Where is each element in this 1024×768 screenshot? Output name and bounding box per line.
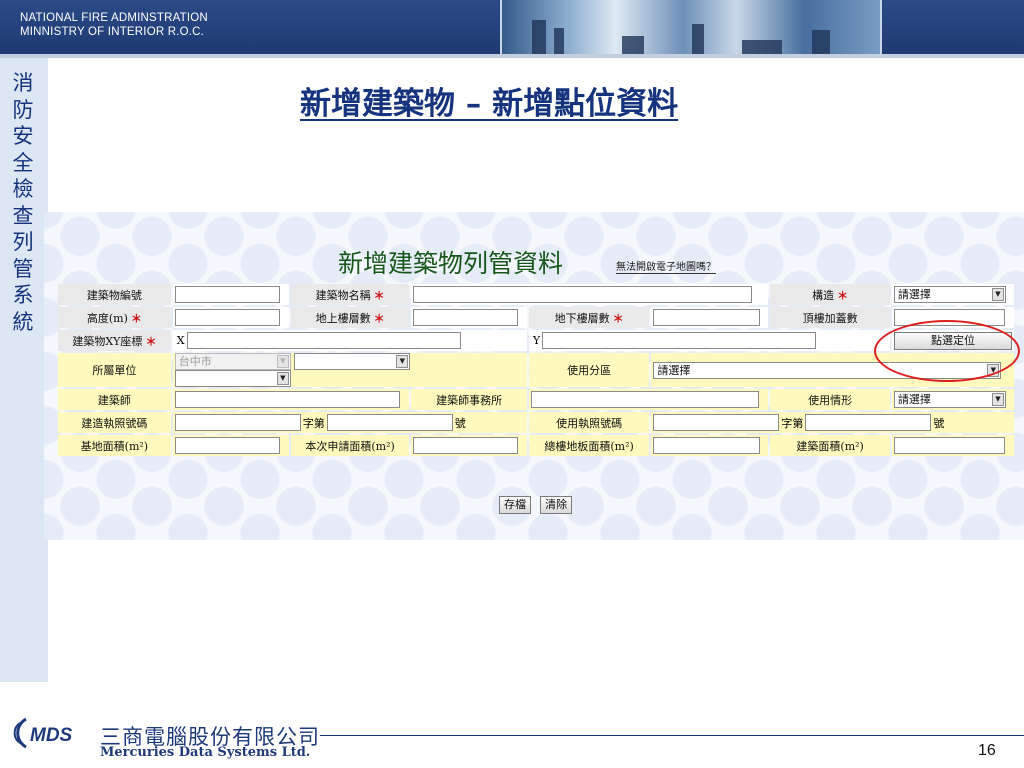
form-row: 建築物編號 建築物名稱＊ 構造＊ 請選擇 ▼ [58,284,1014,305]
mds-logo-icon: MDS [13,717,73,749]
building-no-input[interactable] [174,286,281,303]
form-row: 建造執照號碼 字第 號 使用執照號碼 字第 號 [58,412,1014,433]
label-build-permit: 建造執照號碼 [58,412,171,433]
slide-title: 新增建築物 – 新增點位資料 [300,86,679,122]
usage-select[interactable]: 請選擇 ▼ [893,391,1006,408]
build-permit-number-input[interactable] [326,414,453,431]
clear-button[interactable]: 清除 [540,496,573,514]
label-structure: 構造＊ [770,284,890,305]
label-building-name: 建築物名稱＊ [290,284,410,305]
label-height: 高度(m) ＊ [58,307,171,328]
y-prefix: Y [532,334,541,347]
chevron-down-icon: ▼ [991,288,1004,301]
x-coordinate-input[interactable] [186,332,461,349]
label-zoning: 使用分區 [528,353,650,387]
required-mark: ＊ [373,288,385,302]
build-permit-prefix-input[interactable] [174,414,301,431]
header-org: NATIONAL FIRE ADMINSTRATION MINNISTRY OF… [20,11,208,39]
roof-floors-input[interactable] [893,309,1005,326]
label-usage: 使用情形 [770,389,890,410]
page-number: 16 [978,742,996,759]
pick-location-button[interactable]: 點選定位 [893,331,1012,350]
total-floor-area-input[interactable] [653,437,760,454]
required-mark: ＊ [145,334,157,348]
required-mark: ＊ [837,288,849,302]
label-roof-floors: 頂樓加蓋數 [770,307,890,328]
form-actions: 存檔 清除 [499,493,576,514]
footer-divider [320,735,1024,736]
header-line-2: MINNISTRY OF INTERIOR R.O.C. [20,26,205,38]
use-permit-prefix-input[interactable] [653,414,780,431]
label-site-area: 基地面積(m²) [58,435,171,456]
label-use-permit: 使用執照號碼 [528,412,650,433]
form-row: 所屬單位 台中市 ▼ ▼ ▼ 使用分區 請選擇 ▼ [58,353,1014,387]
structure-select[interactable]: 請選擇 ▼ [893,286,1006,303]
apply-area-input[interactable] [413,437,519,454]
floors-below-input[interactable] [653,309,760,326]
form-row: 基地面積(m²) 本次申請面積(m²) 總樓地板面積(m²) 建築面積(m²) [58,435,1014,456]
header-divider [0,54,1024,58]
required-mark: ＊ [373,311,385,325]
label-floors-below: 地下樓層數＊ [528,307,650,328]
logo-english-name: Mercuries Data Systems Ltd. [100,745,311,760]
chevron-down-icon: ▼ [991,393,1004,406]
architect-office-input[interactable] [530,391,760,408]
use-permit-number-input[interactable] [805,414,932,431]
form-row: 高度(m) ＊ 地上樓層數＊ 地下樓層數＊ 頂樓加蓋數 [58,307,1014,328]
form-row: 建築師 建築師事務所 使用情形 請選擇 ▼ [58,389,1014,410]
sidebar-title: 消防安全檢查列管系統 [12,71,34,334]
label-building-no: 建築物編號 [58,284,171,305]
label-xy: 建築物XY座標＊ [58,330,171,351]
map-help-link[interactable]: 無法開啟電子地圖嗎？ [616,258,716,274]
architect-input[interactable] [174,391,401,408]
form-row: 建築物XY座標＊ X Y 點選定位 [58,330,1014,351]
chevron-down-icon: ▼ [987,363,1000,377]
hao-label: 號 [454,416,466,430]
label-unit: 所屬單位 [58,353,171,387]
save-button[interactable]: 存檔 [499,496,531,514]
header-photo [500,0,882,54]
label-architect: 建築師 [58,389,171,410]
label-apply-area: 本次申請面積(m²) [290,435,410,456]
building-name-input[interactable] [413,286,753,303]
x-prefix: X [176,334,185,347]
form-title: 新增建築物列管資料 [338,249,564,278]
building-form: 建築物編號 建築物名稱＊ 構造＊ 請選擇 ▼ 高度(m) ＊ 地上樓層數＊ 地下樓層… [56,282,1016,458]
label-total-floor-area: 總樓地板面積(m²) [528,435,650,456]
label-building-area: 建築面積(m²) [770,435,890,456]
unit-city-select[interactable]: 台中市 ▼ [174,353,291,370]
chevron-down-icon: ▼ [276,355,289,368]
hao-label: 號 [933,416,945,430]
label-floors-above: 地上樓層數＊ [290,307,410,328]
chevron-down-icon: ▼ [276,372,289,385]
height-input[interactable] [174,309,281,326]
building-area-input[interactable] [893,437,1005,454]
chevron-down-icon: ▼ [396,355,409,368]
unit-branch-select[interactable]: ▼ [174,370,291,387]
required-mark: ＊ [130,311,142,325]
unit-district-select[interactable]: ▼ [294,353,411,370]
logo-brand: MDS [30,725,73,746]
zi-di-label: 字第 [302,416,325,430]
zoning-select[interactable]: 請選擇 ▼ [653,361,1002,379]
header-bar: NATIONAL FIRE ADMINSTRATION MINNISTRY OF… [0,0,1024,54]
site-area-input[interactable] [174,437,281,454]
y-coordinate-input[interactable] [542,332,817,349]
header-line-1: NATIONAL FIRE ADMINSTRATION [20,12,208,24]
zi-di-label: 字第 [781,416,804,430]
required-mark: ＊ [612,311,624,325]
floors-above-input[interactable] [413,309,519,326]
label-architect-office: 建築師事務所 [411,389,527,410]
